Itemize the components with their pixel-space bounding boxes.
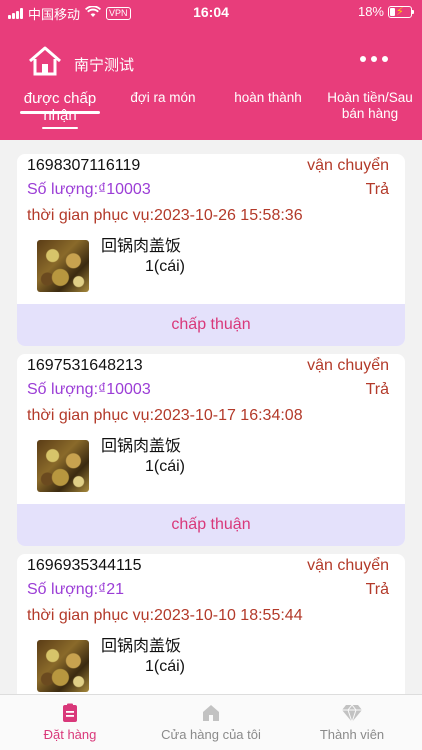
service-time: thời gian phục vụ:2023-10-26 15:58:36 (27, 207, 303, 224)
tab-accepted[interactable]: được chấp nhận (10, 90, 110, 124)
tab-active-indicator (42, 127, 78, 129)
dish-name: 回锅肉盖饭 (101, 638, 182, 655)
dish-name: 回锅肉盖饭 (101, 238, 182, 255)
order-card[interactable]: 1698307116119 vận chuyển Số lượng:₫10003… (17, 154, 405, 346)
dish-count: 1(cái) (145, 258, 186, 275)
tab-refund[interactable]: Hoàn tiền/Sau bán hàng (318, 90, 422, 122)
nav-my-store[interactable]: Cửa hàng của tôi (141, 695, 281, 750)
store-name: 南宁测试 (74, 57, 135, 74)
battery-percent: 18% (357, 4, 384, 19)
tab-waiting[interactable]: đợi ra món (118, 90, 208, 106)
clipboard-icon (63, 703, 77, 722)
top-bar: 中国移动 VPN 16:04 18% ⚡ 南宁测试 được chấp nhận… (0, 0, 422, 140)
order-card[interactable]: 1697531648213 vận chuyển Số lượng:₫10003… (17, 354, 405, 546)
dish-image (37, 240, 89, 292)
dish-name: 回锅肉盖饭 (101, 438, 182, 455)
delivery-status: vận chuyển (307, 357, 389, 374)
header: 南宁测试 (0, 40, 422, 84)
accept-button[interactable]: chấp thuận (17, 304, 405, 346)
nav-orders[interactable]: Đặt hàng (0, 695, 140, 750)
dish-count: 1(cái) (145, 458, 186, 475)
payment-status: Trả (365, 381, 389, 398)
dish-image (37, 640, 89, 692)
accept-button[interactable]: chấp thuận (17, 504, 405, 546)
tab-completed[interactable]: hoàn thành (222, 90, 314, 106)
nav-members[interactable]: Thành viên (282, 695, 422, 750)
diamond-icon (342, 704, 362, 723)
payment-status: Trả (365, 181, 389, 198)
store-icon (203, 705, 219, 721)
dish-count: 1(cái) (145, 658, 186, 675)
delivery-status: vận chuyển (307, 157, 389, 174)
payment-status: Trả (365, 581, 389, 598)
nav-my-store-label: Cửa hàng của tôi (161, 727, 261, 742)
order-card[interactable]: 1696935344115 vận chuyển Số lượng:₫21 Tr… (17, 554, 405, 704)
status-bar: 中国移动 VPN 16:04 18% ⚡ (0, 0, 422, 24)
order-tabs: được chấp nhận đợi ra món hoàn thành Hoà… (0, 90, 422, 136)
more-dots-icon[interactable] (360, 56, 388, 62)
dish-image (37, 440, 89, 492)
delivery-status: vận chuyển (307, 557, 389, 574)
home-icon[interactable] (28, 46, 62, 76)
nav-members-label: Thành viên (319, 727, 385, 742)
tab-underline (20, 111, 100, 114)
service-time: thời gian phục vụ:2023-10-17 16:34:08 (27, 407, 303, 424)
bottom-nav: Đặt hàng Cửa hàng của tôi Thành viên (0, 694, 422, 750)
service-time: thời gian phục vụ:2023-10-10 18:55:44 (27, 607, 303, 624)
battery-icon: ⚡ (388, 5, 414, 18)
nav-orders-label: Đặt hàng (43, 727, 97, 742)
